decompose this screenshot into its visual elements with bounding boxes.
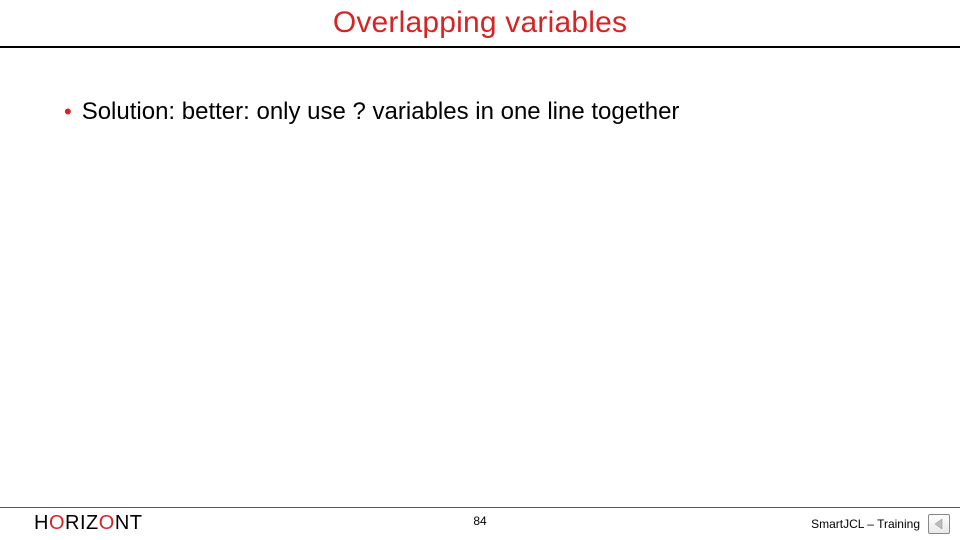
- footer: HORIZONT SmartJCL – Training 84: [0, 507, 960, 534]
- footer-right: SmartJCL – Training: [811, 514, 950, 534]
- footer-bar: HORIZONT SmartJCL – Training 84: [0, 508, 960, 534]
- course-label: SmartJCL – Training: [811, 517, 920, 531]
- brand-logo: HORIZONT: [34, 512, 142, 535]
- slide: Overlapping variables • Solution: better…: [0, 0, 960, 540]
- brand-letter: Z: [86, 512, 99, 534]
- bullet-marker-icon: •: [64, 98, 72, 126]
- brand-letter: O: [99, 512, 115, 534]
- bullet-text: Solution: better: only use ? variables i…: [82, 98, 680, 126]
- page-number: 84: [473, 514, 486, 528]
- brand-letter: N: [115, 512, 130, 534]
- brand-letter: H: [34, 512, 49, 534]
- bullet-item: • Solution: better: only use ? variables…: [64, 98, 896, 126]
- brand-letter: O: [49, 512, 65, 534]
- slide-body: • Solution: better: only use ? variables…: [0, 48, 960, 126]
- triangle-left-icon: [933, 518, 945, 530]
- slide-title: Overlapping variables: [0, 6, 960, 40]
- title-area: Overlapping variables: [0, 0, 960, 48]
- brand-letter: T: [130, 512, 143, 534]
- back-button[interactable]: [928, 514, 950, 534]
- brand-letter: R: [65, 512, 80, 534]
